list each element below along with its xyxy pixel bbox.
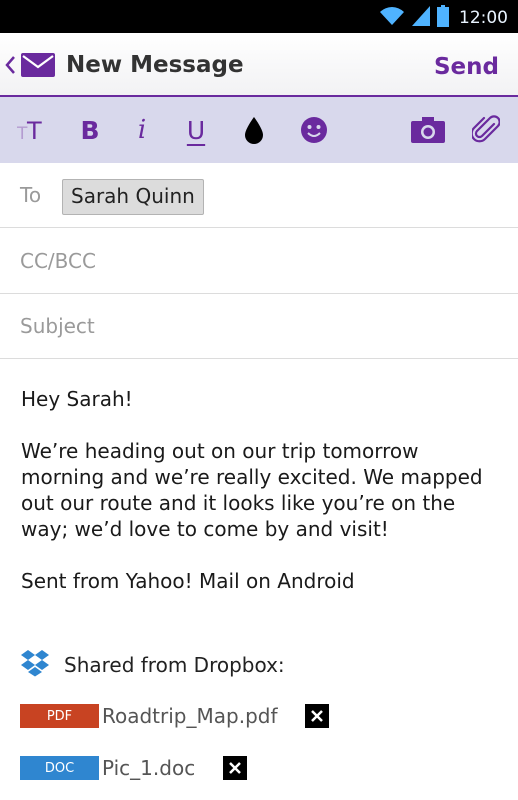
attachment-filename[interactable]: Roadtrip_Map.pdf <box>102 704 278 728</box>
remove-attachment-button[interactable] <box>223 756 247 780</box>
dropbox-icon <box>20 648 50 682</box>
camera-icon[interactable] <box>408 97 448 163</box>
signal-icon <box>411 5 431 31</box>
cc-bcc-placeholder: CC/BCC <box>20 249 96 273</box>
body-greeting: Hey Sarah! <box>21 387 133 411</box>
body-signature: Sent from Yahoo! Mail on Android <box>21 569 355 593</box>
bold-button[interactable]: B <box>74 97 106 163</box>
cc-bcc-field[interactable]: CC/BCC <box>0 229 518 294</box>
page-title: New Message <box>66 52 244 78</box>
format-toolbar: T T B i U <box>0 97 518 163</box>
to-label: To <box>20 183 42 207</box>
svg-text:T: T <box>26 117 42 143</box>
status-time: 12:00 <box>459 8 508 28</box>
close-icon <box>311 710 323 722</box>
italic-button[interactable]: i <box>128 97 156 163</box>
file-type-badge: PDF <box>20 704 99 728</box>
send-button[interactable]: Send <box>434 54 499 80</box>
text-size-icon[interactable]: T T <box>14 97 54 163</box>
underline-button[interactable]: U <box>180 97 212 163</box>
attachment-item: PDF Roadtrip_Map.pdf <box>20 702 500 730</box>
status-bar: 12:00 <box>0 0 518 33</box>
message-body[interactable]: Hey Sarah! We’re heading out on our trip… <box>21 386 501 594</box>
subject-placeholder: Subject <box>20 314 95 338</box>
status-icons: 12:00 <box>379 5 508 31</box>
to-field[interactable]: To Sarah Quinn <box>0 163 518 228</box>
recipient-chip[interactable]: Sarah Quinn <box>62 179 204 215</box>
attachment-filename[interactable]: Pic_1.doc <box>102 756 195 780</box>
app-bar: New Message Send <box>0 33 518 97</box>
body-message: We’re heading out on our trip tomorrow m… <box>21 439 483 541</box>
attachment-paperclip-icon[interactable] <box>468 97 504 163</box>
wifi-icon <box>379 5 405 31</box>
emoji-icon[interactable] <box>298 97 330 163</box>
mail-envelope-icon[interactable] <box>21 53 55 81</box>
dropbox-shared-heading: Shared from Dropbox: <box>20 648 285 682</box>
text-color-drop-icon[interactable] <box>238 97 270 163</box>
back-chevron-icon[interactable] <box>4 55 16 79</box>
file-type-badge: DOC <box>20 756 99 780</box>
close-icon <box>229 762 241 774</box>
remove-attachment-button[interactable] <box>305 704 329 728</box>
battery-icon <box>437 5 449 31</box>
dropbox-heading-text: Shared from Dropbox: <box>64 653 285 677</box>
attachment-item: DOC Pic_1.doc <box>20 754 500 782</box>
subject-field[interactable]: Subject <box>0 294 518 359</box>
